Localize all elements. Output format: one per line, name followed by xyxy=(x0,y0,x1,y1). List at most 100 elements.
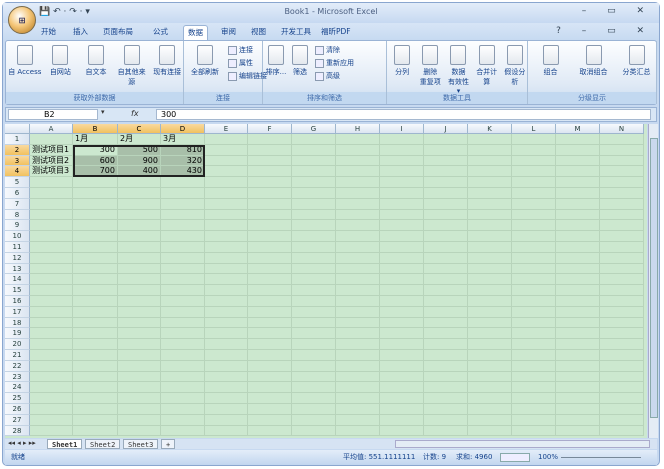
cell-J20[interactable] xyxy=(424,339,468,350)
cell-E22[interactable] xyxy=(205,360,248,372)
cell-K28[interactable] xyxy=(468,425,512,437)
cell-B19[interactable] xyxy=(73,328,118,340)
name-box[interactable]: B2 xyxy=(8,109,98,120)
cell-J14[interactable] xyxy=(424,274,468,286)
row-header-27[interactable]: 27 xyxy=(5,414,30,426)
cell-L22[interactable] xyxy=(512,360,556,372)
view-buttons[interactable] xyxy=(500,453,530,462)
cell-D16[interactable] xyxy=(161,296,205,307)
cell-D26[interactable] xyxy=(161,404,205,415)
cell-N28[interactable] xyxy=(600,425,644,437)
quick-access-toolbar[interactable]: 💾 ↶ · ↷ · ▾ xyxy=(39,7,90,17)
cell-G17[interactable] xyxy=(292,306,336,318)
cell-L16[interactable] xyxy=(512,296,556,307)
cell-G11[interactable] xyxy=(292,242,336,253)
row-header-9[interactable]: 9 xyxy=(5,220,30,232)
cell-L4[interactable] xyxy=(512,166,556,178)
cell-B15[interactable] xyxy=(73,285,118,296)
cell-M20[interactable] xyxy=(556,339,600,350)
row-header-20[interactable]: 20 xyxy=(5,339,30,350)
row-header-4[interactable]: 4 xyxy=(5,166,30,178)
cell-E5[interactable] xyxy=(205,177,248,188)
cell-M13[interactable] xyxy=(556,263,600,275)
cell-F2[interactable] xyxy=(248,144,292,156)
cell-I16[interactable] xyxy=(380,296,424,307)
cell-D3[interactable]: 320 xyxy=(161,155,205,167)
cell-M24[interactable] xyxy=(556,382,600,394)
cell-K4[interactable] xyxy=(468,166,512,178)
cell-M4[interactable] xyxy=(556,166,600,178)
cell-A4[interactable]: 测试项目3 xyxy=(30,166,73,178)
cell-F11[interactable] xyxy=(248,242,292,253)
tab-7[interactable]: 开发工具 xyxy=(277,25,315,40)
cell-E23[interactable] xyxy=(205,371,248,383)
cell-A17[interactable] xyxy=(30,306,73,318)
cell-K21[interactable] xyxy=(468,350,512,361)
cell-A6[interactable] xyxy=(30,188,73,199)
cell-K24[interactable] xyxy=(468,382,512,394)
cell-E26[interactable] xyxy=(205,404,248,415)
cell-B8[interactable] xyxy=(73,209,118,221)
cell-D21[interactable] xyxy=(161,350,205,361)
cell-L28[interactable] xyxy=(512,425,556,437)
cell-B18[interactable] xyxy=(73,317,118,329)
cell-C19[interactable] xyxy=(118,328,161,340)
ribbon-button[interactable]: 分类汇总 xyxy=(616,45,657,77)
zoom-slider[interactable] xyxy=(561,457,641,458)
cell-M15[interactable] xyxy=(556,285,600,296)
cell-E27[interactable] xyxy=(205,414,248,426)
cell-J10[interactable] xyxy=(424,231,468,242)
cell-B23[interactable] xyxy=(73,371,118,383)
cell-C15[interactable] xyxy=(118,285,161,296)
cell-K3[interactable] xyxy=(468,155,512,167)
cell-C18[interactable] xyxy=(118,317,161,329)
cell-C11[interactable] xyxy=(118,242,161,253)
cell-D7[interactable] xyxy=(161,198,205,210)
cell-N7[interactable] xyxy=(600,198,644,210)
cell-I7[interactable] xyxy=(380,198,424,210)
cell-C28[interactable] xyxy=(118,425,161,437)
cell-K23[interactable] xyxy=(468,371,512,383)
cell-D25[interactable] xyxy=(161,393,205,404)
cell-M16[interactable] xyxy=(556,296,600,307)
cell-M18[interactable] xyxy=(556,317,600,329)
cell-B5[interactable] xyxy=(73,177,118,188)
cell-F23[interactable] xyxy=(248,371,292,383)
cell-F10[interactable] xyxy=(248,231,292,242)
cell-D17[interactable] xyxy=(161,306,205,318)
cell-K17[interactable] xyxy=(468,306,512,318)
cell-B25[interactable] xyxy=(73,393,118,404)
cell-D19[interactable] xyxy=(161,328,205,340)
cell-G8[interactable] xyxy=(292,209,336,221)
dropdown-icon[interactable]: ▾ xyxy=(101,108,105,116)
cell-F27[interactable] xyxy=(248,414,292,426)
row-header-17[interactable]: 17 xyxy=(5,306,30,318)
ribbon-button[interactable]: 取消组合 xyxy=(573,45,614,77)
cell-K1[interactable] xyxy=(468,134,512,145)
cell-H15[interactable] xyxy=(336,285,380,296)
ribbon-button[interactable]: 组合 xyxy=(530,45,571,77)
cell-N13[interactable] xyxy=(600,263,644,275)
cell-E17[interactable] xyxy=(205,306,248,318)
vertical-scrollbar[interactable] xyxy=(648,124,658,438)
row-header-12[interactable]: 12 xyxy=(5,252,30,264)
row-header-18[interactable]: 18 xyxy=(5,317,30,329)
cell-E18[interactable] xyxy=(205,317,248,329)
cell-E21[interactable] xyxy=(205,350,248,361)
sheet-tab-sheet3[interactable]: Sheet3 xyxy=(123,439,159,449)
cell-J2[interactable] xyxy=(424,144,468,156)
cell-N17[interactable] xyxy=(600,306,644,318)
column-header-L[interactable]: L xyxy=(512,124,556,134)
cell-N10[interactable] xyxy=(600,231,644,242)
cell-M3[interactable] xyxy=(556,155,600,167)
cell-H3[interactable] xyxy=(336,155,380,167)
cell-J5[interactable] xyxy=(424,177,468,188)
ribbon-small-button[interactable]: 连接 xyxy=(228,45,253,55)
cell-M25[interactable] xyxy=(556,393,600,404)
cell-N23[interactable] xyxy=(600,371,644,383)
cell-J25[interactable] xyxy=(424,393,468,404)
tab-3[interactable]: 公式 xyxy=(149,25,172,40)
ribbon-button[interactable]: 自文本 xyxy=(79,45,113,77)
cell-F7[interactable] xyxy=(248,198,292,210)
column-header-D[interactable]: D xyxy=(161,124,205,134)
